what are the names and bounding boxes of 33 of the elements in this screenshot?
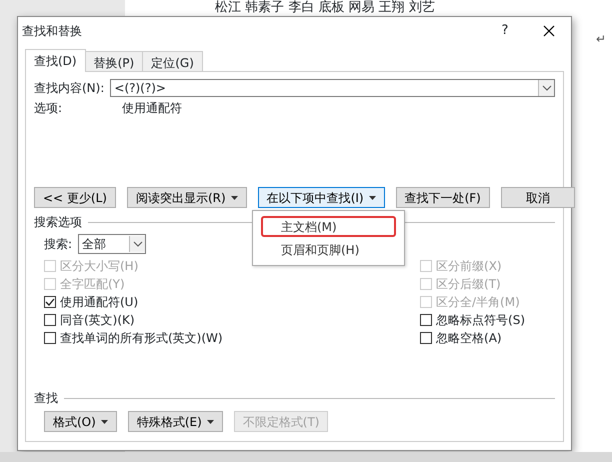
tab[interactable]: 替换(P) bbox=[84, 51, 144, 71]
paragraph-mark: ↵ bbox=[596, 31, 606, 48]
search-select[interactable]: 全部 bbox=[78, 234, 146, 254]
format-button[interactable]: 特殊格式(E) bbox=[128, 411, 223, 432]
options-value: 使用通配符 bbox=[122, 100, 182, 117]
dialog-button[interactable]: 在以下项中查找(I) bbox=[258, 187, 385, 208]
field-label: 查找内容(N): bbox=[34, 80, 104, 97]
checkbox-option[interactable]: 忽略空格(A) bbox=[420, 329, 525, 347]
document-text: 松江 韩素子 李白 底板 网易 王翔 刘艺 bbox=[215, 0, 435, 15]
search-label: 搜索: bbox=[44, 236, 72, 253]
checkbox-option[interactable]: 同音(英文)(K) bbox=[44, 311, 223, 329]
dialog-button[interactable]: << 更少(L) bbox=[34, 187, 116, 208]
menu-item[interactable]: 页眉和页脚(H) bbox=[261, 239, 396, 260]
section-title: 搜索选项 bbox=[34, 214, 82, 231]
tab[interactable]: 定位(G) bbox=[142, 51, 203, 71]
section-title: 查找 bbox=[34, 390, 58, 407]
tab[interactable]: 查找(D) bbox=[25, 49, 86, 72]
close-icon[interactable] bbox=[543, 24, 555, 37]
find-field[interactable]: <(?)(?)> bbox=[110, 79, 555, 97]
window-title: 查找和替换 bbox=[22, 23, 83, 40]
dialog-button[interactable]: 查找下一处(F) bbox=[396, 187, 490, 208]
checkbox-option[interactable]: 忽略标点符号(S) bbox=[420, 311, 525, 329]
checkbox-option[interactable]: 查找单词的所有形式(英文)(W) bbox=[44, 329, 223, 347]
help-button[interactable]: ? bbox=[483, 21, 527, 41]
checkbox-option[interactable]: 使用通配符(U) bbox=[44, 293, 223, 311]
dialog-button[interactable]: 阅读突出显示(R) bbox=[126, 187, 247, 208]
dropdown-icon[interactable] bbox=[538, 80, 554, 96]
check-icon bbox=[45, 297, 55, 307]
format-button[interactable]: 格式(O) bbox=[44, 411, 117, 432]
options-label: 选项: bbox=[34, 100, 64, 117]
dialog-button[interactable]: 取消 bbox=[500, 187, 575, 208]
menu-item[interactable]: 主文档(M) bbox=[261, 216, 396, 237]
dropdown-icon[interactable] bbox=[129, 236, 146, 252]
